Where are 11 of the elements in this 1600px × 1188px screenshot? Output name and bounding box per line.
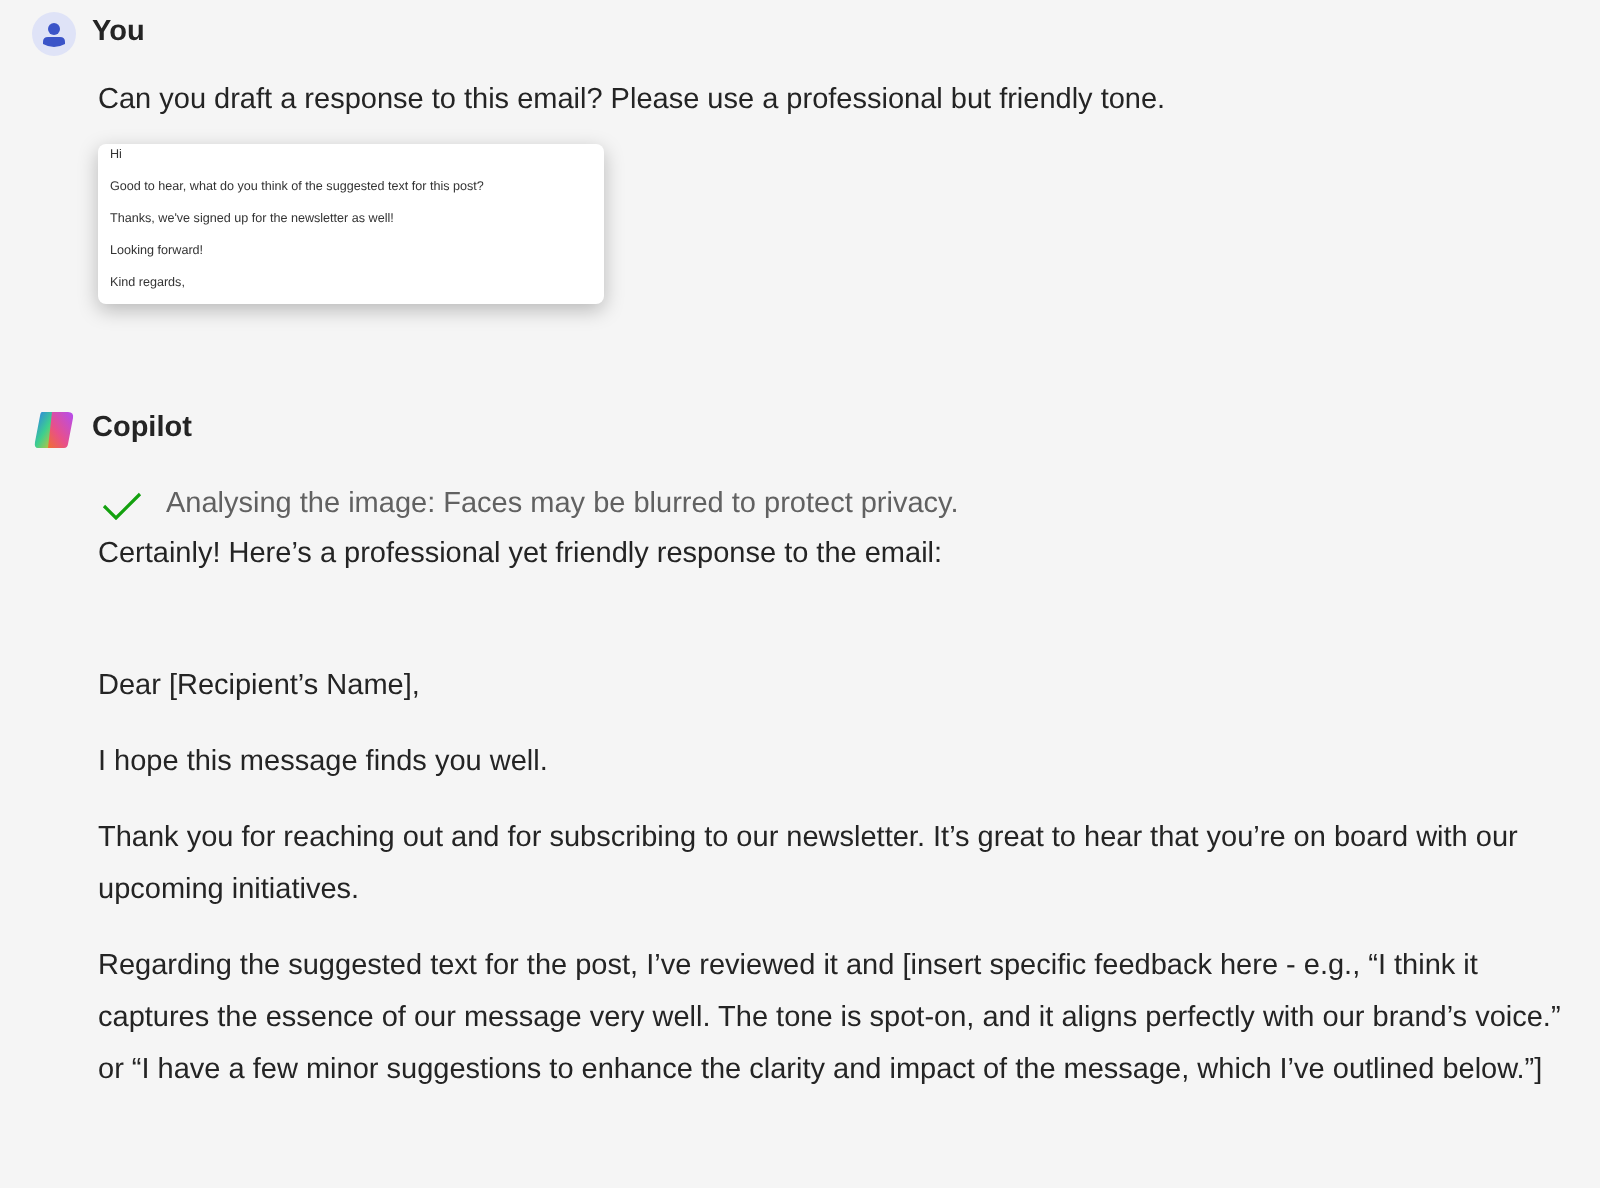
message-text: Can you draft a response to this email? Please use a professional but friendly tone.	[98, 82, 1168, 120]
response-paragraph: Dear [Recipient’s Name],	[98, 667, 422, 706]
response-paragraph: Certainly! Here’s a professional yet friendly response to the email:	[98, 535, 945, 574]
status-text: Analysing the image: Faces may be blurred to protect privacy.	[166, 486, 959, 524]
copilot-logo-icon	[32, 408, 76, 452]
user-avatar-icon	[32, 12, 76, 56]
response-paragraph: Regarding the suggested text for the post, I’ve reviewed it and [insert specific feedback here - e.g., “I think it captures the essence of our message very well. The tone is spot-on, and it aligns perfectly with our brand’s voice.” or “I have a few minor suggestions to enhance the clarity and impact of the message, which I’ve outlined below.”]	[98, 947, 1563, 1090]
author-name: You	[92, 14, 145, 53]
author-name: Copilot	[92, 410, 192, 449]
response-paragraph: I hope this message finds you well.	[98, 743, 550, 782]
response-paragraph: Thank you for reaching out and for subscribing to our newsletter. It’s great to hear that you’re on board with our upcoming initiatives.	[98, 819, 1520, 910]
